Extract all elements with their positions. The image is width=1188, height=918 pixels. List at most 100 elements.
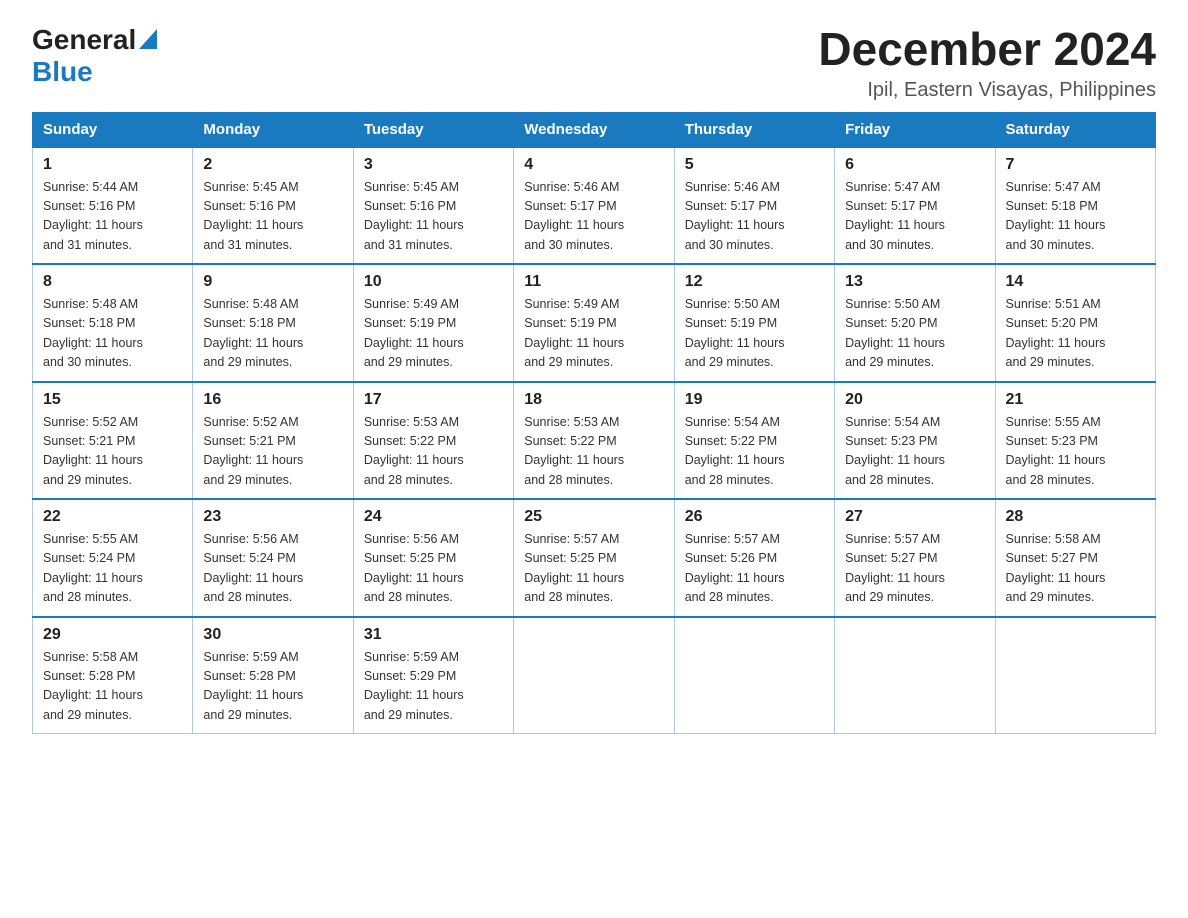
calendar-empty-cell bbox=[674, 617, 834, 734]
calendar-day-25: 25 Sunrise: 5:57 AMSunset: 5:25 PMDayligh… bbox=[514, 499, 674, 617]
day-info: Sunrise: 5:53 AMSunset: 5:22 PMDaylight:… bbox=[364, 413, 503, 491]
day-info: Sunrise: 5:59 AMSunset: 5:28 PMDaylight:… bbox=[203, 648, 342, 726]
day-number: 29 bbox=[43, 626, 182, 644]
calendar-day-28: 28 Sunrise: 5:58 AMSunset: 5:27 PMDayligh… bbox=[995, 499, 1155, 617]
calendar-empty-cell bbox=[835, 617, 995, 734]
day-number: 5 bbox=[685, 156, 824, 174]
day-info: Sunrise: 5:58 AMSunset: 5:27 PMDaylight:… bbox=[1006, 530, 1145, 608]
day-number: 17 bbox=[364, 391, 503, 409]
day-info: Sunrise: 5:46 AMSunset: 5:17 PMDaylight:… bbox=[524, 178, 663, 256]
calendar-day-31: 31 Sunrise: 5:59 AMSunset: 5:29 PMDayligh… bbox=[353, 617, 513, 734]
header: General Blue December 2024 Ipil, Eastern… bbox=[32, 24, 1156, 102]
calendar-location: Ipil, Eastern Visayas, Philippines bbox=[818, 79, 1156, 102]
calendar-day-23: 23 Sunrise: 5:56 AMSunset: 5:24 PMDayligh… bbox=[193, 499, 353, 617]
calendar-day-30: 30 Sunrise: 5:59 AMSunset: 5:28 PMDayligh… bbox=[193, 617, 353, 734]
calendar-day-12: 12 Sunrise: 5:50 AMSunset: 5:19 PMDayligh… bbox=[674, 264, 834, 382]
day-info: Sunrise: 5:57 AMSunset: 5:25 PMDaylight:… bbox=[524, 530, 663, 608]
calendar-day-13: 13 Sunrise: 5:50 AMSunset: 5:20 PMDayligh… bbox=[835, 264, 995, 382]
day-info: Sunrise: 5:55 AMSunset: 5:23 PMDaylight:… bbox=[1006, 413, 1145, 491]
day-info: Sunrise: 5:47 AMSunset: 5:18 PMDaylight:… bbox=[1006, 178, 1145, 256]
day-number: 12 bbox=[685, 273, 824, 291]
calendar-day-10: 10 Sunrise: 5:49 AMSunset: 5:19 PMDayligh… bbox=[353, 264, 513, 382]
day-info: Sunrise: 5:52 AMSunset: 5:21 PMDaylight:… bbox=[203, 413, 342, 491]
day-info: Sunrise: 5:45 AMSunset: 5:16 PMDaylight:… bbox=[364, 178, 503, 256]
calendar-day-22: 22 Sunrise: 5:55 AMSunset: 5:24 PMDayligh… bbox=[33, 499, 193, 617]
calendar-table: SundayMondayTuesdayWednesdayThursdayFrid… bbox=[32, 112, 1156, 735]
day-info: Sunrise: 5:49 AMSunset: 5:19 PMDaylight:… bbox=[364, 295, 503, 373]
day-number: 8 bbox=[43, 273, 182, 291]
calendar-day-20: 20 Sunrise: 5:54 AMSunset: 5:23 PMDayligh… bbox=[835, 382, 995, 500]
logo-general-text: General bbox=[32, 24, 136, 56]
calendar-header-wednesday: Wednesday bbox=[514, 112, 674, 147]
day-number: 10 bbox=[364, 273, 503, 291]
day-number: 20 bbox=[845, 391, 984, 409]
day-number: 18 bbox=[524, 391, 663, 409]
calendar-day-11: 11 Sunrise: 5:49 AMSunset: 5:19 PMDayligh… bbox=[514, 264, 674, 382]
calendar-day-15: 15 Sunrise: 5:52 AMSunset: 5:21 PMDayligh… bbox=[33, 382, 193, 500]
day-number: 22 bbox=[43, 508, 182, 526]
day-number: 25 bbox=[524, 508, 663, 526]
day-number: 27 bbox=[845, 508, 984, 526]
title-block: December 2024 Ipil, Eastern Visayas, Phi… bbox=[818, 24, 1156, 102]
day-info: Sunrise: 5:50 AMSunset: 5:20 PMDaylight:… bbox=[845, 295, 984, 373]
calendar-week-row: 15 Sunrise: 5:52 AMSunset: 5:21 PMDayligh… bbox=[33, 382, 1156, 500]
calendar-day-18: 18Sunrise: 5:53 AMSunset: 5:22 PMDayligh… bbox=[514, 382, 674, 500]
day-number: 28 bbox=[1006, 508, 1145, 526]
calendar-header-sunday: Sunday bbox=[33, 112, 193, 147]
day-info: Sunrise: 5:56 AMSunset: 5:24 PMDaylight:… bbox=[203, 530, 342, 608]
calendar-day-27: 27 Sunrise: 5:57 AMSunset: 5:27 PMDayligh… bbox=[835, 499, 995, 617]
calendar-week-row: 8 Sunrise: 5:48 AMSunset: 5:18 PMDaylight… bbox=[33, 264, 1156, 382]
calendar-header-monday: Monday bbox=[193, 112, 353, 147]
day-number: 31 bbox=[364, 626, 503, 644]
day-number: 3 bbox=[364, 156, 503, 174]
calendar-header-saturday: Saturday bbox=[995, 112, 1155, 147]
calendar-week-row: 1Sunrise: 5:44 AMSunset: 5:16 PMDaylight… bbox=[33, 147, 1156, 265]
logo-blue-text: Blue bbox=[32, 56, 93, 87]
calendar-empty-cell bbox=[514, 617, 674, 734]
day-info: Sunrise: 5:45 AMSunset: 5:16 PMDaylight:… bbox=[203, 178, 342, 256]
day-info: Sunrise: 5:55 AMSunset: 5:24 PMDaylight:… bbox=[43, 530, 182, 608]
logo: General Blue bbox=[32, 24, 157, 88]
calendar-day-14: 14 Sunrise: 5:51 AMSunset: 5:20 PMDayligh… bbox=[995, 264, 1155, 382]
day-number: 2 bbox=[203, 156, 342, 174]
day-info: Sunrise: 5:57 AMSunset: 5:27 PMDaylight:… bbox=[845, 530, 984, 608]
calendar-day-7: 7 Sunrise: 5:47 AMSunset: 5:18 PMDaylight… bbox=[995, 147, 1155, 265]
day-number: 15 bbox=[43, 391, 182, 409]
day-number: 24 bbox=[364, 508, 503, 526]
calendar-day-2: 2 Sunrise: 5:45 AMSunset: 5:16 PMDaylight… bbox=[193, 147, 353, 265]
day-number: 13 bbox=[845, 273, 984, 291]
calendar-day-4: 4 Sunrise: 5:46 AMSunset: 5:17 PMDaylight… bbox=[514, 147, 674, 265]
day-number: 30 bbox=[203, 626, 342, 644]
day-info: Sunrise: 5:44 AMSunset: 5:16 PMDaylight:… bbox=[43, 178, 182, 256]
day-info: Sunrise: 5:51 AMSunset: 5:20 PMDaylight:… bbox=[1006, 295, 1145, 373]
calendar-day-24: 24Sunrise: 5:56 AMSunset: 5:25 PMDayligh… bbox=[353, 499, 513, 617]
calendar-day-5: 5Sunrise: 5:46 AMSunset: 5:17 PMDaylight… bbox=[674, 147, 834, 265]
calendar-day-17: 17 Sunrise: 5:53 AMSunset: 5:22 PMDayligh… bbox=[353, 382, 513, 500]
day-info: Sunrise: 5:54 AMSunset: 5:23 PMDaylight:… bbox=[845, 413, 984, 491]
day-number: 4 bbox=[524, 156, 663, 174]
day-number: 11 bbox=[524, 273, 663, 291]
day-info: Sunrise: 5:49 AMSunset: 5:19 PMDaylight:… bbox=[524, 295, 663, 373]
calendar-header-tuesday: Tuesday bbox=[353, 112, 513, 147]
calendar-day-21: 21Sunrise: 5:55 AMSunset: 5:23 PMDayligh… bbox=[995, 382, 1155, 500]
day-number: 14 bbox=[1006, 273, 1145, 291]
calendar-header-thursday: Thursday bbox=[674, 112, 834, 147]
day-info: Sunrise: 5:50 AMSunset: 5:19 PMDaylight:… bbox=[685, 295, 824, 373]
day-info: Sunrise: 5:47 AMSunset: 5:17 PMDaylight:… bbox=[845, 178, 984, 256]
calendar-week-row: 22 Sunrise: 5:55 AMSunset: 5:24 PMDayligh… bbox=[33, 499, 1156, 617]
day-number: 23 bbox=[203, 508, 342, 526]
day-number: 9 bbox=[203, 273, 342, 291]
logo-triangle-icon bbox=[139, 29, 157, 54]
day-number: 6 bbox=[845, 156, 984, 174]
calendar-day-3: 3 Sunrise: 5:45 AMSunset: 5:16 PMDaylight… bbox=[353, 147, 513, 265]
day-number: 7 bbox=[1006, 156, 1145, 174]
day-number: 19 bbox=[685, 391, 824, 409]
day-info: Sunrise: 5:54 AMSunset: 5:22 PMDaylight:… bbox=[685, 413, 824, 491]
day-info: Sunrise: 5:58 AMSunset: 5:28 PMDaylight:… bbox=[43, 648, 182, 726]
day-info: Sunrise: 5:57 AMSunset: 5:26 PMDaylight:… bbox=[685, 530, 824, 608]
day-info: Sunrise: 5:48 AMSunset: 5:18 PMDaylight:… bbox=[203, 295, 342, 373]
day-info: Sunrise: 5:59 AMSunset: 5:29 PMDaylight:… bbox=[364, 648, 503, 726]
calendar-day-8: 8Sunrise: 5:48 AMSunset: 5:18 PMDaylight… bbox=[33, 264, 193, 382]
calendar-day-19: 19 Sunrise: 5:54 AMSunset: 5:22 PMDayligh… bbox=[674, 382, 834, 500]
day-info: Sunrise: 5:52 AMSunset: 5:21 PMDaylight:… bbox=[43, 413, 182, 491]
